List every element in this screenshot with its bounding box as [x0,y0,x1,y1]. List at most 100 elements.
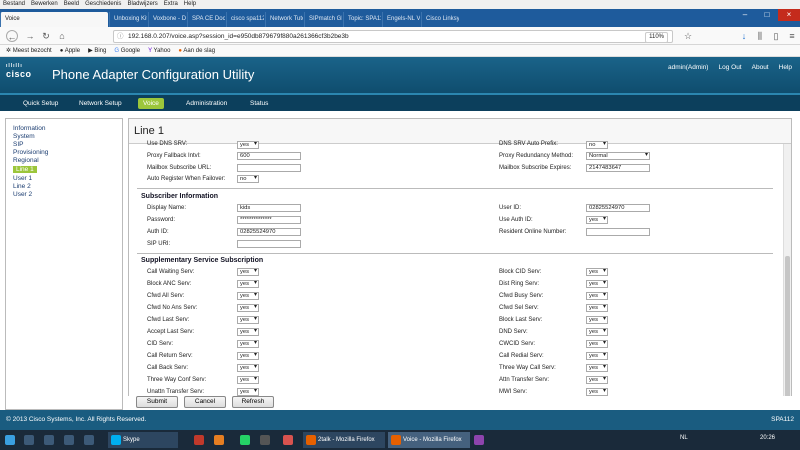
browser-tab[interactable]: Voxbone - Dash [148,12,186,27]
browser-tab[interactable]: Engels-NL Voice [382,12,420,27]
taskbar-app-icon[interactable] [474,435,484,445]
scrollbar-thumb[interactable] [785,256,790,406]
taskbar-app-icon[interactable] [194,435,204,445]
taskbar-app-icon[interactable] [64,435,74,445]
browser-tab-voice[interactable]: Voice [0,12,108,27]
logout-link[interactable]: Log Out [718,64,741,71]
nav-voice[interactable]: Voice [138,98,164,109]
browser-tab[interactable]: Unboxing Kit [109,12,147,27]
library-icon[interactable]: ⫼ [754,30,766,42]
browser-tab[interactable]: Cisco Linksys Ph [421,12,459,27]
browser-tab[interactable]: Network Tutorial [265,12,303,27]
supp-left-select[interactable]: yes [237,304,259,312]
user-id-input[interactable]: 02825524970 [586,204,650,212]
supp-left-select[interactable]: yes [237,280,259,288]
supp-left-select[interactable]: yes [237,364,259,372]
menu-icon[interactable]: ≡ [786,30,798,42]
proxy-redundancy-select[interactable]: Normal [586,152,650,160]
menu-extra[interactable]: Extra [164,0,178,9]
taskbar-app-icon[interactable] [24,435,34,445]
supp-right-select[interactable]: yes [586,280,608,288]
menu-bladwijzers[interactable]: Bladwijzers [127,0,157,9]
taskbar-skype[interactable]: Skype [108,432,178,448]
nav-status[interactable]: Status [245,98,273,109]
menu-help[interactable]: Help [184,0,196,9]
taskbar-app-icon[interactable] [283,435,293,445]
sidebar-item-system[interactable]: System [13,133,35,140]
sip-uri-input[interactable] [237,240,301,248]
whatsapp-icon[interactable] [240,435,250,445]
zoom-level[interactable]: 110% [645,32,668,43]
browser-tab[interactable]: Topic: SPA112 [343,12,381,27]
supp-left-select[interactable]: yes [237,376,259,384]
mailbox-expires-input[interactable]: 2147483647 [586,164,650,172]
taskbar-app-icon[interactable] [44,435,54,445]
reload-icon[interactable]: ↻ [40,30,52,42]
bookmark-yahoo[interactable]: Y Yahoo [148,45,170,56]
supp-left-select[interactable]: yes [237,268,259,276]
minimize-icon[interactable]: – [734,9,756,21]
language-indicator[interactable]: NL [680,435,688,441]
supp-right-select[interactable]: yes [586,304,608,312]
clock[interactable]: 20:26 [760,435,775,441]
sidebar-item-user-1[interactable]: User 1 [13,175,32,182]
submit-button[interactable]: Submit [136,396,178,408]
auto-register-select[interactable]: no [237,175,259,183]
supp-right-select[interactable]: yes [586,328,608,336]
use-dns-srv-select[interactable]: yes [237,141,259,149]
scrollbar[interactable] [783,144,791,409]
menu-beeld[interactable]: Beeld [64,0,79,9]
supp-left-select[interactable]: yes [237,352,259,360]
back-icon[interactable]: ← [6,30,18,42]
bookmark-google[interactable]: G Google [114,45,140,56]
windows-start-icon[interactable] [5,435,15,445]
bookmark-bing[interactable]: ▶ Bing [88,45,106,56]
sidebar-item-line-1[interactable]: Line 1 [13,166,37,173]
sidebar-item-provisioning[interactable]: Provisioning [13,149,48,156]
sidebar-item-line-2[interactable]: Line 2 [13,183,31,190]
refresh-button[interactable]: Refresh [232,396,274,408]
bookmark-aan-de-slag[interactable]: ● Aan de slag [178,45,215,56]
resident-online-input[interactable] [586,228,650,236]
taskbar-app-icon[interactable] [214,435,224,445]
supp-left-select[interactable]: yes [237,388,259,396]
supp-right-select[interactable]: yes [586,352,608,360]
supp-left-select[interactable]: yes [237,292,259,300]
sidebar-toggle-icon[interactable]: ▯ [770,30,782,42]
menu-geschiedenis[interactable]: Geschiedenis [85,0,121,9]
download-icon[interactable]: ↓ [738,30,750,42]
taskbar-firefox-voice[interactable]: Voice - Mozilla Firefox [388,432,470,448]
supp-right-select[interactable]: yes [586,268,608,276]
taskbar-firefox-2talk[interactable]: 2talk - Mozilla Firefox [303,432,385,448]
nav-administration[interactable]: Administration [181,98,232,109]
nav-quick-setup[interactable]: Quick Setup [18,98,63,109]
auth-id-input[interactable]: 02825524970 [237,228,301,236]
sidebar-item-regional[interactable]: Regional [13,157,39,164]
maximize-icon[interactable]: □ [756,9,778,21]
supp-right-select[interactable]: yes [586,364,608,372]
display-name-input[interactable]: kids [237,204,301,212]
forward-icon[interactable]: → [24,30,36,42]
sidebar-item-sip[interactable]: SIP [13,141,23,148]
supp-left-select[interactable]: yes [237,316,259,324]
taskbar-app-icon[interactable] [84,435,94,445]
supp-right-select[interactable]: yes [586,292,608,300]
about-link[interactable]: About [752,64,769,71]
supp-right-select[interactable]: yes [586,388,608,396]
supp-right-select[interactable]: yes [586,340,608,348]
sidebar-item-user-2[interactable]: User 2 [13,191,32,198]
supp-right-select[interactable]: yes [586,376,608,384]
proxy-fallback-input[interactable]: 600 [237,152,301,160]
menu-bestand[interactable]: Bestand [3,0,25,9]
password-input[interactable]: ************** [237,216,301,224]
steam-icon[interactable] [260,435,270,445]
cancel-button[interactable]: Cancel [184,396,226,408]
star-icon[interactable]: ☆ [682,30,694,42]
home-icon[interactable]: ⌂ [56,30,68,42]
supp-left-select[interactable]: yes [237,328,259,336]
menu-bewerken[interactable]: Bewerken [31,0,58,9]
use-auth-id-select[interactable]: yes [586,216,608,224]
supp-left-select[interactable]: yes [237,340,259,348]
help-link[interactable]: Help [779,64,792,71]
browser-tab[interactable]: SIPmatch Global [304,12,342,27]
